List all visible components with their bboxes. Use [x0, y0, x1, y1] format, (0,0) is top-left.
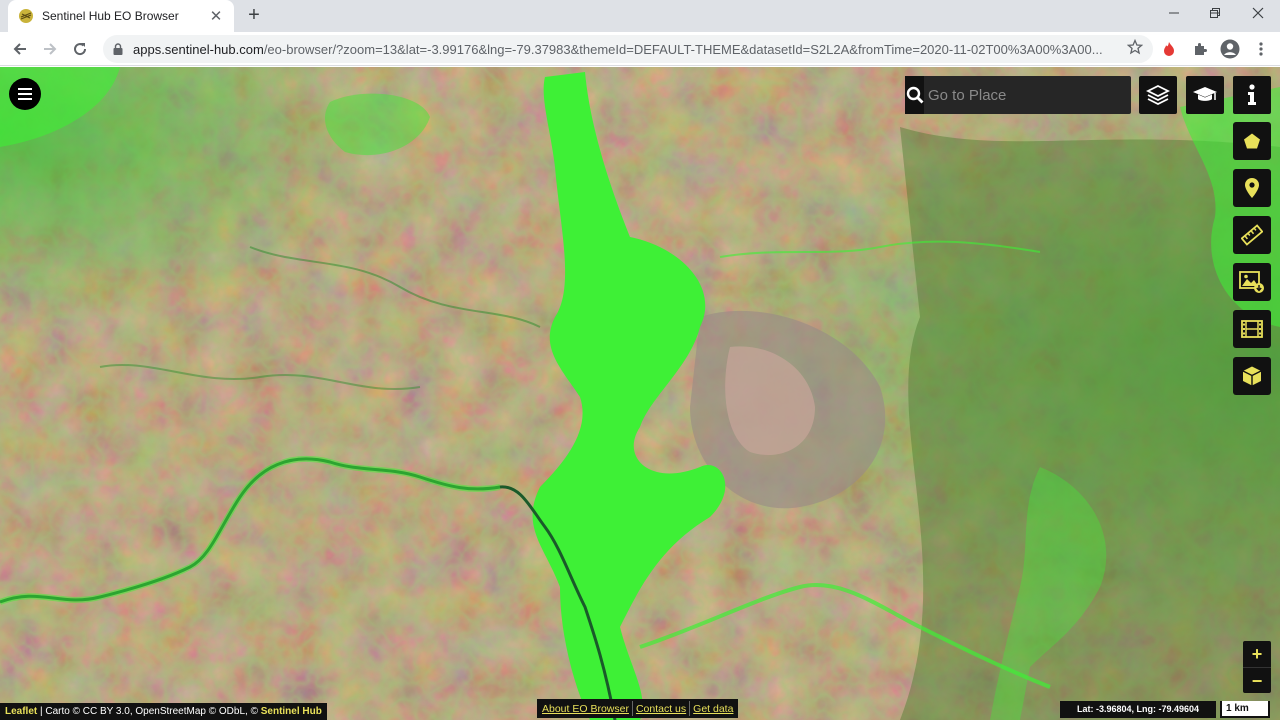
url-path: /eo-browser/?zoom=13&lat=-3.99176&lng=-7…: [263, 41, 1103, 57]
window-minimize-button-2[interactable]: [1152, 0, 1196, 30]
measure-button[interactable]: [1233, 216, 1271, 254]
3d-view-button[interactable]: [1233, 357, 1271, 395]
ruler-icon: [1241, 224, 1263, 246]
poi-marker-button[interactable]: [1233, 169, 1271, 207]
lock-icon: [113, 43, 123, 55]
scale-bar: 1 km: [1220, 701, 1270, 718]
info-button[interactable]: [1233, 76, 1271, 114]
restore-icon: [1210, 8, 1220, 18]
film-strip-icon: [1241, 320, 1263, 338]
browser-tab-bar: Sentinel Hub EO Browser ✕ +: [0, 0, 1280, 32]
reload-button[interactable]: [67, 36, 93, 62]
satellite-map[interactable]: + − Leaflet | Carto © CC BY 3.0, OpenStr…: [0, 67, 1280, 720]
url-text: apps.sentinel-hub.com/eo-browser/?zoom=1…: [133, 42, 1127, 57]
map-attribution: Leaflet | Carto © CC BY 3.0, OpenStreetM…: [0, 703, 327, 720]
profile-avatar-icon[interactable]: [1220, 39, 1240, 59]
browser-tab[interactable]: Sentinel Hub EO Browser ✕: [8, 0, 234, 32]
extension-flame-icon[interactable]: [1159, 39, 1179, 59]
search-icon[interactable]: [905, 76, 924, 114]
map-marker-icon: [1245, 178, 1259, 198]
forward-button[interactable]: [37, 36, 63, 62]
info-icon: [1248, 84, 1256, 105]
layers-icon: [1146, 84, 1170, 106]
zoom-in-button[interactable]: +: [1243, 641, 1271, 667]
window-restore-button[interactable]: [1193, 0, 1237, 30]
arrow-left-icon: [13, 43, 26, 55]
sentinel-hub-link[interactable]: Sentinel Hub: [261, 706, 322, 717]
get-data-link[interactable]: Get data: [690, 703, 736, 715]
layers-button[interactable]: [1139, 76, 1177, 114]
footer-links: About EO Browser Contact us Get data: [537, 699, 739, 718]
bookmark-star-icon[interactable]: [1126, 38, 1144, 60]
sentinel-hub-favicon-icon: [19, 9, 33, 23]
window-close-button[interactable]: [1236, 0, 1280, 30]
extensions-puzzle-icon[interactable]: [1190, 39, 1210, 59]
education-mode-button[interactable]: [1186, 76, 1224, 114]
about-eo-browser-link[interactable]: About EO Browser: [539, 703, 632, 715]
image-download-icon: [1239, 271, 1264, 293]
attribution-text: | Carto © CC BY 3.0, OpenStreetMap © ODb…: [37, 706, 261, 717]
zoom-out-button[interactable]: −: [1243, 667, 1271, 693]
tab-close-icon[interactable]: ✕: [208, 7, 224, 25]
aoi-polygon-button[interactable]: [1233, 122, 1271, 160]
satellite-imagery[interactable]: [0, 67, 1280, 720]
hamburger-menu-icon: [18, 88, 32, 100]
graduation-cap-icon: [1193, 87, 1217, 101]
arrow-right-icon: [44, 43, 57, 55]
leaflet-link[interactable]: Leaflet: [5, 706, 37, 717]
close-icon: [1252, 7, 1264, 19]
place-search: [905, 76, 1131, 114]
new-tab-button[interactable]: +: [243, 4, 265, 26]
3d-cube-icon: [1242, 366, 1262, 386]
contact-us-link[interactable]: Contact us: [633, 703, 689, 715]
url-domain: apps.sentinel-hub.com: [133, 41, 264, 57]
browser-toolbar: apps.sentinel-hub.com/eo-browser/?zoom=1…: [0, 32, 1280, 66]
main-menu-button[interactable]: [9, 78, 41, 110]
browser-menu-icon[interactable]: [1251, 39, 1271, 59]
image-download-button[interactable]: [1233, 263, 1271, 301]
pentagon-polygon-icon: [1244, 133, 1260, 149]
tab-title: Sentinel Hub EO Browser: [42, 9, 179, 23]
address-bar[interactable]: apps.sentinel-hub.com/eo-browser/?zoom=1…: [103, 35, 1153, 63]
zoom-control: + −: [1243, 641, 1271, 693]
back-button[interactable]: [7, 36, 33, 62]
timelapse-button[interactable]: [1233, 310, 1271, 348]
reload-icon: [74, 43, 87, 56]
cursor-coordinates: Lat: -3.96804, Lng: -79.49604: [1060, 701, 1216, 718]
go-to-place-input[interactable]: [924, 76, 1131, 114]
minimize-icon: [1169, 12, 1179, 14]
